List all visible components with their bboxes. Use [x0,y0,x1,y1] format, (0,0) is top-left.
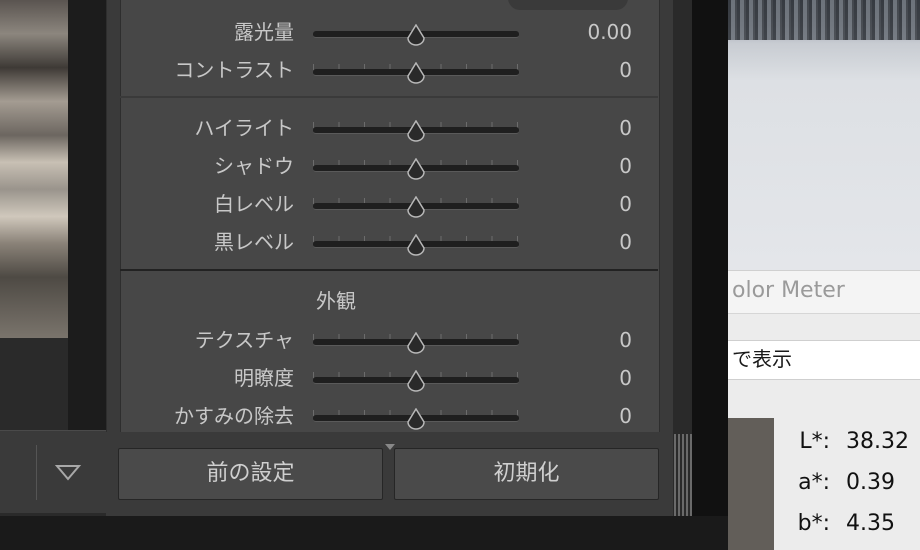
droplet-thumb-icon[interactable] [406,331,426,354]
caret-down-icon[interactable] [384,436,396,450]
dropdown-triangle-icon[interactable] [54,462,82,484]
reading-label-a: a*: [798,470,830,495]
reset-button[interactable]: 初期化 [394,448,659,500]
toolbar-divider [36,445,37,500]
droplet-thumb-icon[interactable] [406,61,426,84]
droplet-thumb-icon[interactable] [406,23,426,46]
resize-grip[interactable] [674,434,692,516]
background-photo-detail [728,0,920,40]
slider-label-exposure: 露光量 [234,20,294,44]
photo-gutter [68,0,106,430]
droplet-thumb-icon[interactable] [406,157,426,180]
reading-label-l: L*: [799,429,830,454]
slider-value-whites[interactable]: 0 [532,192,632,216]
reading-value-a: 0.39 [846,470,895,495]
slider-label-shadows: シャドウ [214,154,294,178]
color-swatch [728,418,774,550]
window-edge-bottom [0,516,728,550]
droplet-thumb-icon[interactable] [406,233,426,256]
filmstrip-toolbar [0,430,106,513]
section-title-presence: 外観 [316,289,356,313]
slider-value-exposure[interactable]: 0.00 [532,20,632,44]
slider-label-whites: 白レベル [214,192,294,216]
color-meter-title: olor Meter [732,278,845,303]
auto-tone-button[interactable] [508,0,628,10]
slider-value-contrast[interactable]: 0 [532,58,632,82]
previous-settings-button[interactable]: 前の設定 [118,448,383,500]
slider-value-highlights[interactable]: 0 [532,116,632,140]
photo-preview [0,0,68,338]
slider-label-texture: テクスチャ [194,328,294,352]
slider-value-texture[interactable]: 0 [532,328,632,352]
section-divider [120,269,658,271]
slider-value-shadows[interactable]: 0 [532,154,632,178]
droplet-thumb-icon[interactable] [406,407,426,430]
display-mode-value[interactable]: で表示 [732,346,920,372]
section-divider [120,96,658,98]
droplet-thumb-icon[interactable] [406,369,426,392]
droplet-thumb-icon[interactable] [406,119,426,142]
reading-value-b: 4.35 [846,511,895,536]
reading-label-b: b*: [797,511,830,536]
window-edge [692,0,728,550]
slider-label-dehaze: かすみの除去 [174,404,294,428]
slider-value-blacks[interactable]: 0 [532,230,632,254]
slider-label-blacks: 黒レベル [214,230,294,254]
droplet-thumb-icon[interactable] [406,195,426,218]
reading-value-l: 38.32 [846,429,909,454]
slider-value-clarity[interactable]: 0 [532,366,632,390]
slider-label-highlights: ハイライト [194,116,294,140]
slider-value-dehaze[interactable]: 0 [532,404,632,428]
slider-label-contrast: コントラスト [174,58,294,82]
background-photo [728,0,920,270]
slider-label-clarity: 明瞭度 [234,366,294,390]
